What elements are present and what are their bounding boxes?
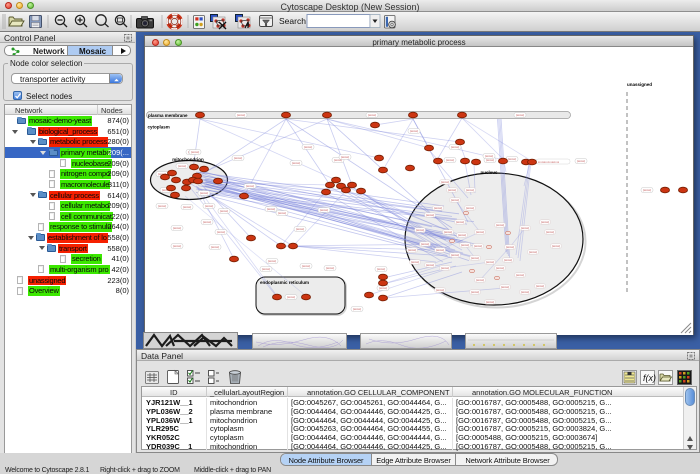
svg-text:(xxxxx): (xxxxx): [320, 208, 328, 212]
svg-text:(xxxxx): (xxxxx): [368, 113, 376, 117]
svg-text:(xxxxx): (xxxxx): [304, 145, 312, 149]
svg-text:(xxxxx): (xxxxx): [237, 113, 245, 117]
svg-text:Search:: Search:: [279, 16, 308, 26]
svg-text:(xxxxx): (xxxxx): [508, 157, 516, 161]
svg-text:nucleus: nucleus: [480, 170, 498, 175]
svg-text:(xxxxx): (xxxxx): [516, 113, 524, 117]
svg-text:(xxxxx): (xxxxx): [203, 220, 211, 224]
svg-text:(xxxxx): (xxxxx): [173, 244, 181, 248]
svg-text:(xxxxx): (xxxxx): [246, 184, 254, 188]
svg-text:(xxxxx): (xxxxx): [474, 244, 482, 248]
svg-text:(xxxxx): (xxxxx): [441, 266, 449, 270]
svg-text:(xxxxx): (xxxxx): [416, 228, 424, 232]
svg-text:(xxxxx): (xxxxx): [471, 256, 479, 260]
svg-text:(xxxxx): (xxxxx): [326, 266, 334, 270]
svg-text:(xxxxx): (xxxxx): [451, 198, 459, 202]
svg-text:(xxxxx): (xxxxx): [268, 259, 276, 263]
svg-text:(xxxxx): (xxxxx): [200, 191, 208, 195]
svg-text:(xxxxx): (xxxxx): [292, 161, 300, 165]
svg-text:(xxxxx): (xxxxx): [411, 260, 419, 264]
svg-text:(xxxxx): (xxxxx): [451, 253, 459, 257]
svg-text:(xxxxx): (xxxxx): [444, 230, 452, 234]
svg-text:(xxxxx): (xxxxx): [504, 258, 512, 262]
svg-text:(xxxxx): (xxxxx): [466, 206, 474, 210]
svg-text:(xxxxx): (xxxxx): [296, 227, 304, 231]
svg-text:(xxxxx): (xxxxx): [448, 188, 456, 192]
svg-text:(xxxxx): (xxxxx): [426, 263, 434, 267]
svg-text:(xxxxx): (xxxxx): [379, 286, 387, 290]
svg-text:(xxxxx): (xxxxx): [506, 245, 514, 249]
svg-text:(xxxxx): (xxxxx): [434, 206, 442, 210]
svg-text:(xxxxx): (xxxxx): [377, 267, 385, 271]
svg-text:(xxxxx): (xxxxx): [516, 273, 524, 277]
svg-text:xx.xxxx.xx.xxxx.xx: xx.xxxx.xx.xxxx.xx: [538, 161, 560, 164]
svg-text:(xxxxx): (xxxxx): [421, 242, 429, 246]
svg-text:(xxxxx): (xxxxx): [461, 243, 469, 247]
svg-text:(xxxxx): (xxxxx): [486, 300, 494, 304]
svg-text:(xxxxx): (xxxxx): [643, 188, 651, 192]
svg-text:(xxxxx): (xxxxx): [476, 278, 484, 282]
svg-text:f(x): f(x): [643, 373, 656, 383]
svg-text:(xxxxx): (xxxxx): [436, 288, 444, 292]
svg-text:(xxxxx): (xxxxx): [278, 211, 286, 215]
svg-text:(xxxxx): (xxxxx): [541, 220, 549, 224]
svg-text:(xxxxx): (xxxxx): [262, 267, 270, 271]
svg-text:(xxxxx): (xxxxx): [341, 155, 349, 159]
svg-text:(xxxxx): (xxxxx): [220, 209, 228, 213]
svg-text:(xxxxx): (xxxxx): [410, 129, 418, 133]
svg-text:(xxxxx): (xxxxx): [486, 260, 494, 264]
svg-text:(xxxxx): (xxxxx): [529, 250, 537, 254]
svg-text:(xxxxx): (xxxxx): [287, 295, 295, 299]
svg-text:mitochondrion: mitochondrion: [172, 157, 204, 162]
svg-text:(xxxxx): (xxxxx): [441, 180, 449, 184]
svg-text:cytoplasm: cytoplasm: [148, 125, 170, 130]
svg-text:(xxxxx): (xxxxx): [521, 226, 529, 230]
svg-text:(xxxxx): (xxxxx): [234, 156, 242, 160]
svg-text:(xxxxx): (xxxxx): [267, 207, 275, 211]
svg-text:(xxxxx): (xxxxx): [211, 245, 219, 249]
svg-text:unassigned: unassigned: [627, 82, 652, 87]
svg-text:(xxxxx): (xxxxx): [456, 220, 464, 224]
svg-text:(xxxxx): (xxxxx): [158, 204, 166, 208]
svg-text:(xxxxx): (xxxxx): [476, 230, 484, 234]
svg-text:(xxxxx): (xxxxx): [446, 158, 454, 162]
svg-text:(xxxxx): (xxxxx): [501, 285, 509, 289]
svg-text:(xxxxx): (xxxxx): [458, 233, 466, 237]
svg-text:(xxxxx): (xxxxx): [178, 164, 186, 168]
svg-text:(xxxxx): (xxxxx): [436, 248, 444, 252]
svg-text:(xxxxx): (xxxxx): [426, 213, 434, 217]
svg-text:(xxxxx): (xxxxx): [217, 230, 225, 234]
svg-text:(xxxxx): (xxxxx): [546, 230, 554, 234]
svg-text:(xxxxx): (xxxxx): [485, 154, 493, 158]
svg-text:(xxxxx): (xxxxx): [451, 145, 459, 149]
svg-text:(xxxxx): (xxxxx): [183, 205, 191, 209]
svg-text:(xxxxx): (xxxxx): [521, 290, 529, 294]
svg-text:(xxxxx): (xxxxx): [577, 159, 585, 163]
svg-text:(xxxxx): (xxxxx): [536, 284, 544, 288]
svg-text:(xxxxx): (xxxxx): [552, 244, 560, 248]
svg-text:(xxxxx): (xxxxx): [408, 248, 416, 252]
svg-text:(xxxxx): (xxxxx): [191, 150, 199, 154]
svg-text:(xxxxx): (xxxxx): [302, 264, 310, 268]
svg-text:(xxxxx): (xxxxx): [471, 290, 479, 294]
svg-text:(xxxxx): (xxxxx): [205, 204, 213, 208]
svg-text:endoplasmic reticulum: endoplasmic reticulum: [260, 280, 309, 285]
svg-text:(xxxxx): (xxxxx): [466, 188, 474, 192]
svg-text:plasma membrane: plasma membrane: [148, 113, 188, 118]
svg-text:(xxxxx): (xxxxx): [496, 266, 504, 270]
svg-text:(xxxxx): (xxxxx): [496, 223, 504, 227]
svg-text:(xxxxx): (xxxxx): [173, 226, 181, 230]
svg-text:(xxxxx): (xxxxx): [353, 307, 361, 311]
